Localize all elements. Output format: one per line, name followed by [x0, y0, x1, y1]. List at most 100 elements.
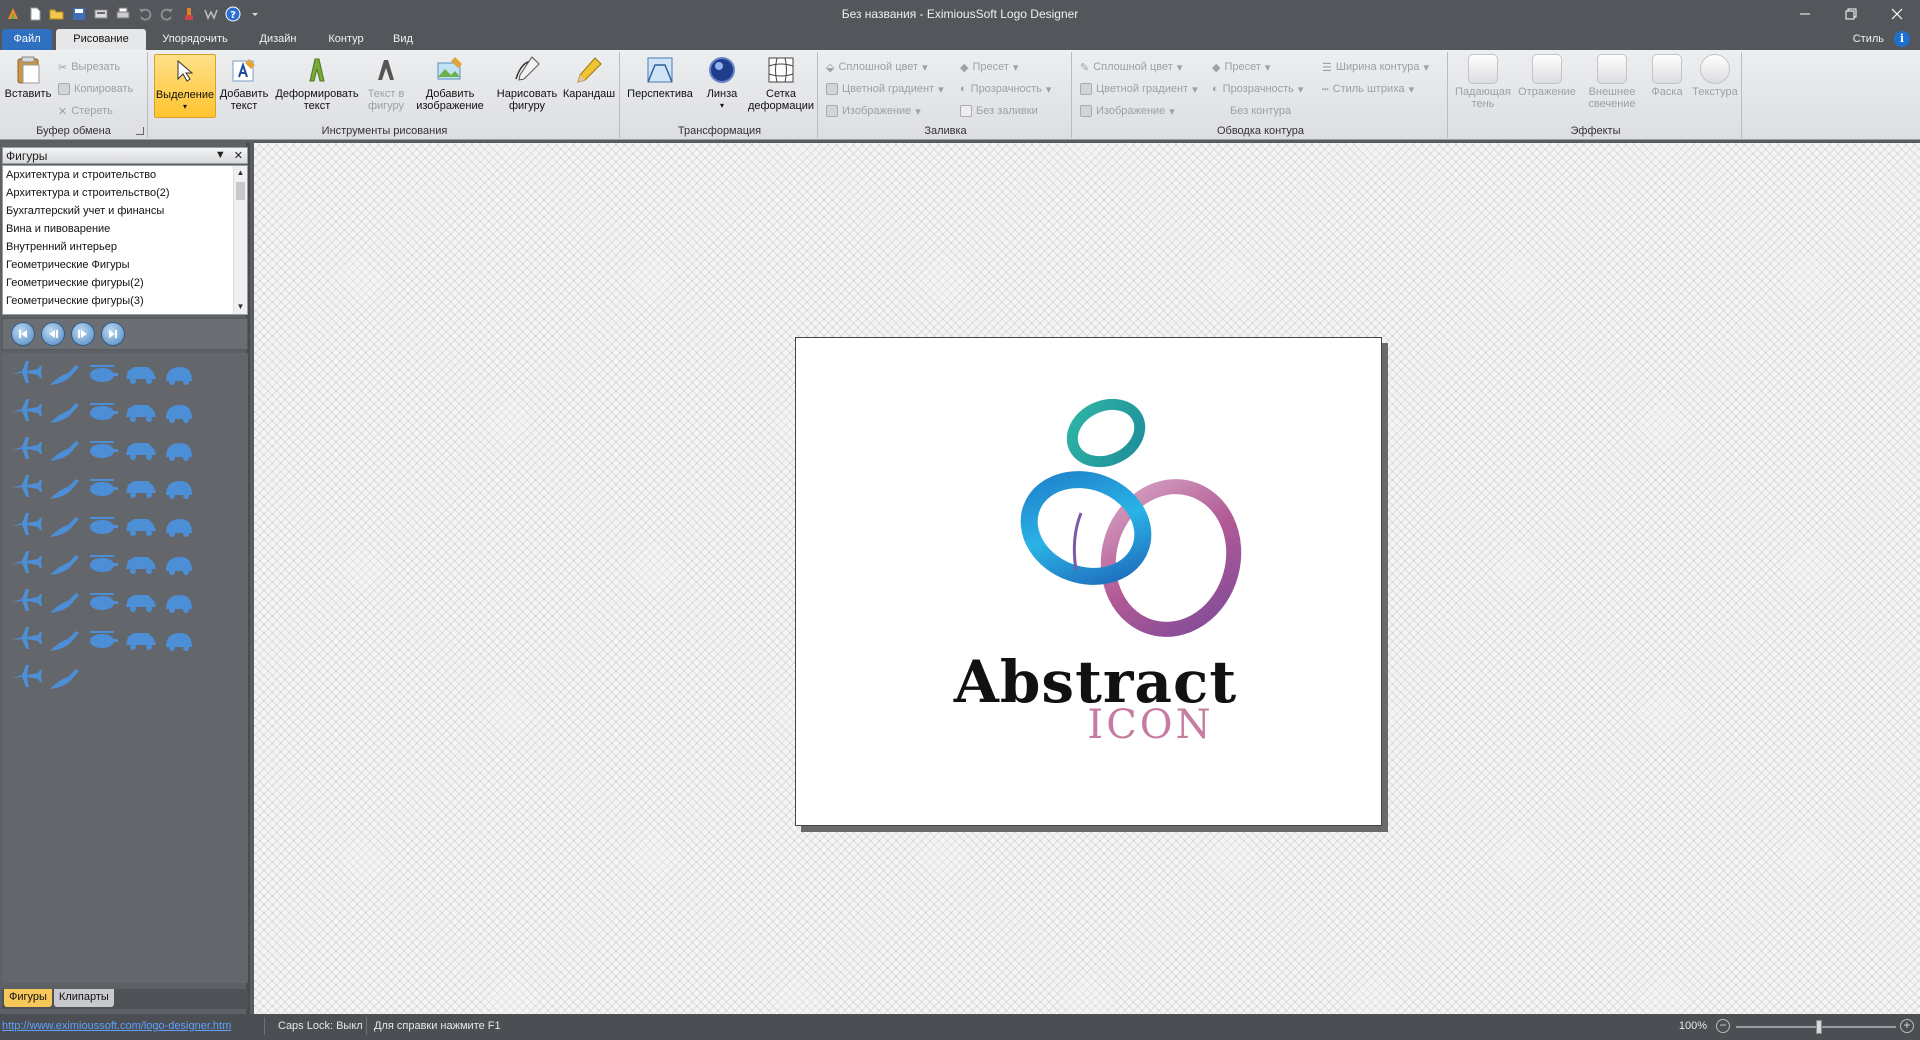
document-page[interactable]: Abstract ICON: [795, 337, 1382, 826]
last-page-icon[interactable]: [101, 322, 125, 346]
list-item[interactable]: Геометрические фигуры(2): [3, 274, 247, 292]
glider-icon[interactable]: [44, 581, 84, 621]
new-file-icon[interactable]: [26, 5, 44, 23]
style-menu[interactable]: Стиль: [1853, 33, 1884, 45]
stroke-transparency-button[interactable]: ◐ Прозрачность ▾: [1212, 80, 1303, 98]
fill-gradient-button[interactable]: Цветной градиент ▾: [826, 80, 944, 98]
lorry-icon[interactable]: [82, 505, 122, 545]
info-icon[interactable]: i: [1894, 31, 1910, 47]
restore-icon[interactable]: [1828, 0, 1874, 28]
warp-text-button[interactable]: Деформировать текст: [272, 54, 362, 112]
rocket-icon[interactable]: [158, 543, 198, 583]
delete-button[interactable]: ✕ Стереть: [58, 102, 113, 120]
category-list[interactable]: Архитектура и строительство Архитектура …: [2, 165, 248, 315]
car-side-icon[interactable]: [158, 353, 198, 393]
tab-cliparts[interactable]: Клипарты: [53, 989, 114, 1007]
tab-drawing[interactable]: Рисование: [56, 29, 146, 50]
perspective-button[interactable]: Перспектива: [625, 54, 695, 100]
list-item[interactable]: Архитектура и строительство(2): [3, 184, 247, 202]
website-link[interactable]: http://www.eximioussoft.com/logo-designe…: [2, 1020, 231, 1032]
redo-icon[interactable]: [158, 5, 176, 23]
truck-icon[interactable]: [158, 429, 198, 469]
ship-icon[interactable]: [120, 619, 160, 659]
motorcycle-icon[interactable]: [82, 391, 122, 431]
draw-shape-button[interactable]: Нарисовать фигуру: [490, 54, 564, 112]
stroke-image-button[interactable]: Изображение ▾: [1080, 102, 1175, 120]
list-item[interactable]: Геометрические Фигуры: [3, 256, 247, 274]
seaplane-icon[interactable]: [6, 619, 46, 659]
stroke-preset-button[interactable]: ◆ Пресет ▾: [1212, 58, 1270, 76]
fill-solid-button[interactable]: ⬙ Сплошной цвет ▾: [826, 58, 928, 76]
tab-outline[interactable]: Контур: [316, 29, 376, 50]
parrot-icon[interactable]: [44, 619, 84, 659]
paraglider-icon[interactable]: [44, 429, 84, 469]
category-scrollbar[interactable]: ▲ ▼: [233, 166, 247, 314]
dash-style-button[interactable]: ┅ Стиль штриха ▾: [1322, 80, 1414, 98]
save-icon[interactable]: [70, 5, 88, 23]
zoom-out-icon[interactable]: −: [1716, 1019, 1730, 1033]
list-item[interactable]: Бухгалтерский учет и финансы: [3, 202, 247, 220]
text-in-shape-button[interactable]: Текст в фигуру: [362, 54, 410, 112]
panel-dropdown-icon[interactable]: ▼: [215, 149, 226, 162]
jet-icon[interactable]: [44, 353, 84, 393]
scooter-icon[interactable]: [120, 391, 160, 431]
save-as-icon[interactable]: [92, 5, 110, 23]
scuba-icon[interactable]: [6, 581, 46, 621]
tab-shapes[interactable]: Фигуры: [4, 989, 52, 1007]
fill-image-button[interactable]: Изображение ▾: [826, 102, 921, 120]
gear-icon[interactable]: [158, 467, 198, 507]
open-file-icon[interactable]: [48, 5, 66, 23]
airplane-small-icon[interactable]: [44, 467, 84, 507]
car-icon[interactable]: [120, 353, 160, 393]
first-page-icon[interactable]: [11, 322, 35, 346]
motocross-icon[interactable]: [82, 467, 122, 507]
fish-plane-icon[interactable]: [120, 543, 160, 583]
qat-dropdown-icon[interactable]: [246, 5, 264, 23]
close-icon[interactable]: [1874, 0, 1920, 28]
airplane-icon[interactable]: [6, 353, 46, 393]
print-icon[interactable]: [114, 5, 132, 23]
outer-glow-button[interactable]: Внешнее свечение: [1580, 54, 1644, 110]
bird-plane-icon[interactable]: [120, 467, 160, 507]
logo-subtitle[interactable]: ICON: [796, 702, 1381, 748]
web-icon[interactable]: [202, 5, 220, 23]
tractor-icon[interactable]: [6, 429, 46, 469]
boat-icon[interactable]: [6, 467, 46, 507]
add-image-button[interactable]: Добавить изображение: [412, 54, 488, 112]
lens-button[interactable]: Линза ▾: [696, 54, 748, 112]
reflection-button[interactable]: Отражение: [1514, 54, 1580, 98]
sedan-icon[interactable]: [120, 505, 160, 545]
train-icon[interactable]: [6, 657, 46, 697]
paste-button[interactable]: Вставить: [3, 54, 53, 100]
panel-close-icon[interactable]: ✕: [234, 149, 243, 162]
help-icon[interactable]: ?: [224, 5, 242, 23]
zoom-slider-thumb[interactable]: [1816, 1020, 1822, 1034]
cut-button[interactable]: ✂ Вырезать: [58, 58, 120, 76]
copy-button[interactable]: Копировать: [58, 80, 133, 98]
ambulance-icon[interactable]: [158, 581, 198, 621]
no-stroke-label[interactable]: Без контура: [1230, 102, 1291, 120]
drop-shadow-button[interactable]: Падающая тень: [1452, 54, 1514, 110]
zoom-in-icon[interactable]: +: [1900, 1019, 1914, 1033]
list-item[interactable]: Геометрические фигуры(3): [3, 292, 247, 310]
scroll-up-icon[interactable]: ▲: [234, 166, 247, 180]
tab-arrange[interactable]: Упорядочить: [150, 29, 240, 50]
select-tool-button[interactable]: Выделение ▾: [154, 54, 216, 118]
forklift-icon[interactable]: [6, 543, 46, 583]
stroke-width-button[interactable]: ☰ Ширина контура ▾: [1322, 58, 1429, 76]
helicopter-icon[interactable]: [82, 353, 122, 393]
dialog-launcher-icon[interactable]: [136, 127, 144, 135]
fill-preset-button[interactable]: ◆ Пресет ▾: [960, 58, 1018, 76]
motorbike-icon[interactable]: [82, 429, 122, 469]
tab-view[interactable]: Вид: [380, 29, 426, 50]
tab-file[interactable]: Файл: [2, 29, 52, 50]
minimize-icon[interactable]: [1782, 0, 1828, 28]
biplane-icon[interactable]: [120, 429, 160, 469]
app-logo-icon[interactable]: [4, 5, 22, 23]
scroll-down-icon[interactable]: ▼: [234, 300, 247, 314]
ufo-icon[interactable]: [82, 619, 122, 659]
undo-icon[interactable]: [136, 5, 154, 23]
tram-icon[interactable]: [120, 581, 160, 621]
pencil-button[interactable]: Карандаш: [558, 54, 620, 100]
prev-page-icon[interactable]: [41, 322, 65, 346]
